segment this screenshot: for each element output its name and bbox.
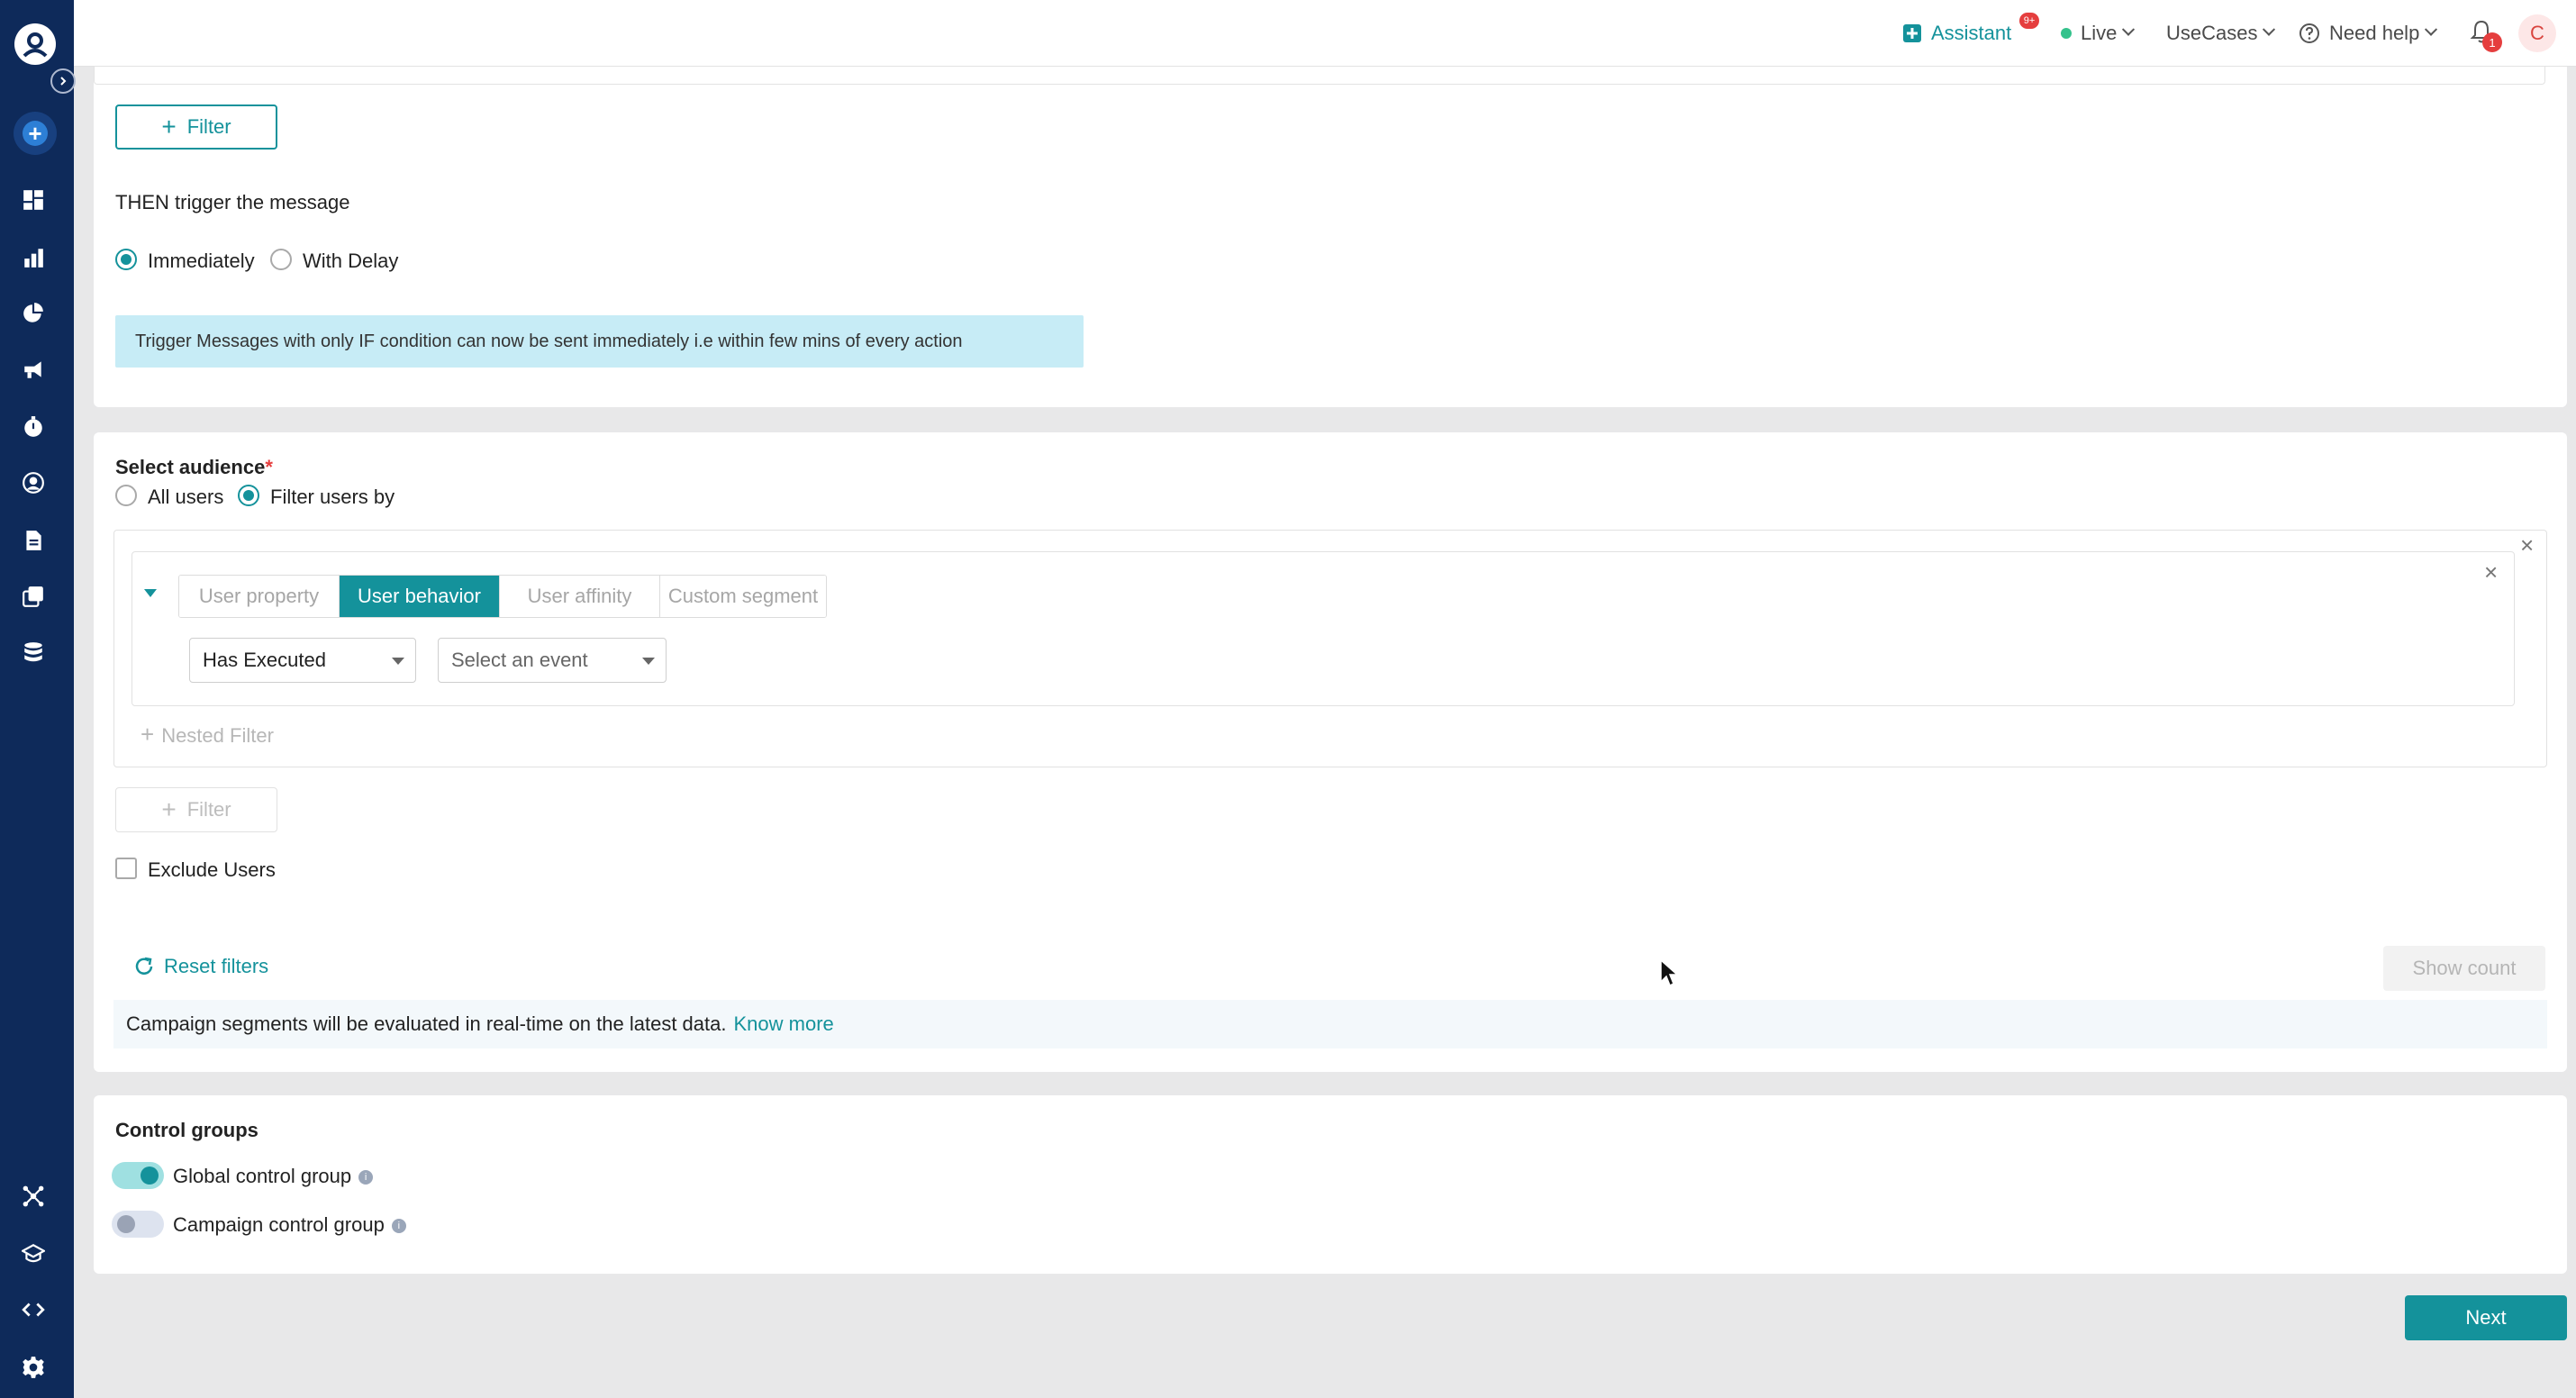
logo-icon[interactable] bbox=[14, 23, 56, 65]
live-dropdown[interactable]: Live bbox=[2061, 20, 2136, 47]
immediately-radio[interactable] bbox=[115, 249, 137, 270]
assistant-button[interactable]: Assistant 9+ bbox=[1902, 13, 2039, 47]
segment-note-bar: Campaign segments will be evaluated in r… bbox=[113, 1000, 2547, 1048]
global-control-group-toggle[interactable] bbox=[112, 1162, 164, 1189]
all-users-label[interactable]: All users bbox=[148, 486, 223, 509]
nested-filter-button[interactable]: + Nested Filter bbox=[141, 722, 274, 748]
assistant-badge: 9+ bbox=[2019, 13, 2039, 29]
top-bar: Assistant 9+ Live UseCases Need help 1 C bbox=[74, 0, 2576, 67]
nested-filter-label: Nested Filter bbox=[161, 724, 274, 747]
global-control-group-label: Global control group bbox=[173, 1165, 352, 1187]
info-icon[interactable]: i bbox=[358, 1170, 374, 1185]
expand-icon[interactable] bbox=[50, 68, 76, 94]
filter-type-tabs: User property User behavior User affinit… bbox=[178, 575, 827, 618]
assistant-icon bbox=[1903, 24, 1921, 42]
integrations-icon[interactable] bbox=[17, 1180, 50, 1212]
chevron-down-icon bbox=[2425, 23, 2438, 36]
filter-users-label[interactable]: Filter users by bbox=[270, 486, 395, 509]
close-filter-row-icon[interactable]: × bbox=[2484, 560, 2498, 584]
tab-user-affinity[interactable]: User affinity bbox=[500, 576, 660, 617]
dashboard-icon[interactable] bbox=[17, 184, 50, 216]
event-select-placeholder: Select an event bbox=[451, 649, 588, 671]
trigger-info-text: Trigger Messages with only IF condition … bbox=[135, 331, 963, 351]
plus-icon: + bbox=[161, 795, 177, 823]
campaign-control-group-label: Campaign control group bbox=[173, 1213, 385, 1236]
required-mark: * bbox=[265, 456, 273, 478]
add-filter-button[interactable]: + Filter bbox=[115, 104, 277, 150]
event-select[interactable]: Select an event bbox=[438, 638, 667, 683]
control-groups-card bbox=[94, 1095, 2567, 1274]
filter-users-radio[interactable] bbox=[238, 485, 259, 506]
live-status-dot bbox=[2061, 28, 2072, 39]
know-more-link[interactable]: Know more bbox=[733, 1012, 833, 1036]
live-label: Live bbox=[2081, 22, 2118, 44]
refresh-icon bbox=[135, 957, 153, 975]
plus-icon: + bbox=[161, 113, 177, 141]
usecases-label: UseCases bbox=[2166, 22, 2258, 44]
condition-select[interactable]: Has Executed bbox=[189, 638, 416, 683]
mouse-cursor-icon bbox=[1660, 958, 1679, 987]
timer-icon[interactable] bbox=[17, 411, 50, 443]
segment-note-text: Campaign segments will be evaluated in r… bbox=[126, 1012, 727, 1035]
database-icon[interactable] bbox=[17, 636, 50, 668]
tab-user-behavior[interactable]: User behavior bbox=[340, 576, 500, 617]
assistant-label: Assistant bbox=[1931, 22, 2012, 44]
usecases-dropdown[interactable]: UseCases bbox=[2166, 20, 2276, 47]
show-count-button[interactable]: Show count bbox=[2383, 946, 2545, 991]
code-icon[interactable] bbox=[17, 1294, 50, 1326]
segments-pie-icon[interactable] bbox=[17, 297, 50, 330]
global-control-group-row: Global control group i bbox=[173, 1165, 374, 1188]
campaigns-megaphone-icon[interactable] bbox=[17, 353, 50, 386]
campaign-control-group-row: Campaign control group i bbox=[173, 1213, 406, 1237]
academy-icon[interactable] bbox=[17, 1238, 50, 1270]
with-delay-radio[interactable] bbox=[270, 249, 292, 270]
tab-custom-segment[interactable]: Custom segment bbox=[660, 576, 826, 617]
dropdown-arrow-icon bbox=[392, 658, 404, 665]
dropdown-arrow-icon bbox=[642, 658, 655, 665]
avatar[interactable]: C bbox=[2518, 14, 2556, 52]
sidebar: + bbox=[0, 0, 76, 1398]
settings-icon[interactable] bbox=[17, 1351, 50, 1384]
exclude-users-label[interactable]: Exclude Users bbox=[148, 858, 276, 882]
audience-heading-text: Select audience bbox=[115, 456, 266, 478]
trigger-heading: THEN trigger the message bbox=[115, 191, 350, 213]
exclude-users-checkbox[interactable] bbox=[115, 858, 137, 879]
audience-filter-label: Filter bbox=[186, 798, 231, 821]
campaign-control-group-toggle[interactable] bbox=[112, 1211, 164, 1238]
next-button[interactable]: Next bbox=[2405, 1295, 2567, 1340]
trigger-info-box: Trigger Messages with only IF condition … bbox=[115, 315, 1084, 368]
previous-filter-container bbox=[94, 67, 2545, 85]
chevron-down-icon bbox=[2263, 23, 2276, 36]
collapse-caret-icon[interactable] bbox=[144, 589, 157, 597]
tab-user-property[interactable]: User property bbox=[179, 576, 340, 617]
all-users-radio[interactable] bbox=[115, 485, 137, 506]
need-help-label: Need help bbox=[2329, 22, 2420, 44]
add-filter-label: Filter bbox=[186, 115, 231, 138]
plus-icon: + bbox=[141, 721, 155, 748]
document-icon[interactable] bbox=[17, 524, 50, 557]
reset-filters-button[interactable]: Reset filters bbox=[133, 955, 268, 978]
add-audience-filter-button[interactable]: + Filter bbox=[115, 787, 277, 832]
audience-heading: Select audience* bbox=[115, 456, 273, 479]
user-profile-icon[interactable] bbox=[17, 467, 50, 499]
need-help-dropdown[interactable]: Need help bbox=[2299, 20, 2438, 47]
with-delay-label[interactable]: With Delay bbox=[303, 250, 398, 273]
condition-select-value: Has Executed bbox=[203, 649, 326, 671]
notifications-button[interactable]: 1 bbox=[2470, 18, 2502, 52]
close-filter-group-icon[interactable]: × bbox=[2520, 533, 2534, 557]
help-circle-icon bbox=[2299, 23, 2319, 43]
info-icon[interactable]: i bbox=[391, 1219, 406, 1234]
content-library-icon[interactable] bbox=[17, 580, 50, 613]
add-icon[interactable]: + bbox=[14, 112, 57, 155]
immediately-label[interactable]: Immediately bbox=[148, 250, 255, 273]
analytics-icon[interactable] bbox=[17, 241, 50, 274]
reset-filters-label: Reset filters bbox=[164, 955, 269, 977]
notification-count-badge: 1 bbox=[2482, 32, 2502, 52]
chevron-down-icon bbox=[2122, 23, 2136, 36]
control-groups-heading: Control groups bbox=[115, 1119, 259, 1141]
